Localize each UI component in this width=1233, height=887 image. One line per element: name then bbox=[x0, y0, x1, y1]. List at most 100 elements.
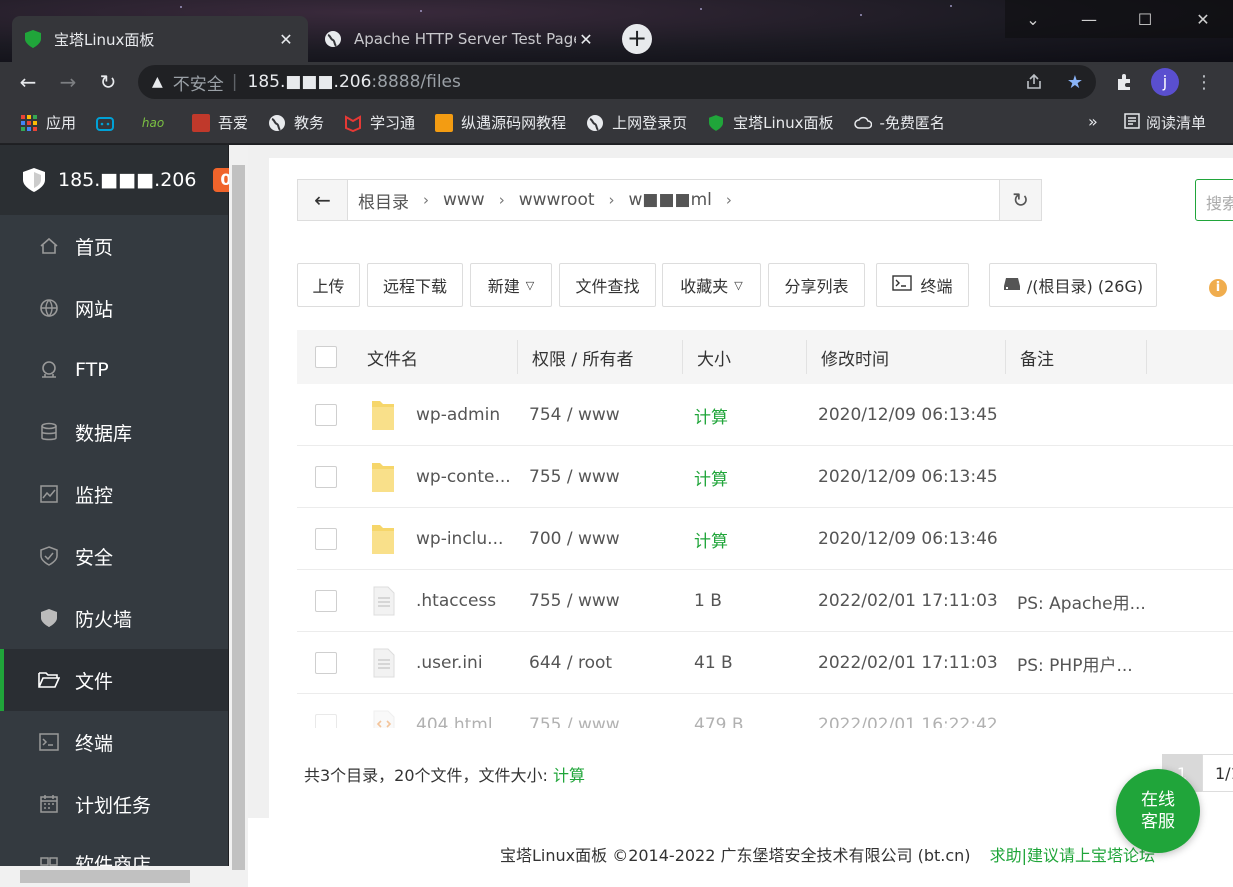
calculate-total-link[interactable]: 计算 bbox=[553, 766, 585, 785]
tab-apache[interactable]: Apache HTTP Server Test Page ✕ bbox=[312, 16, 608, 62]
file-name[interactable]: wp-admin bbox=[416, 384, 500, 446]
new-tab-button[interactable]: + bbox=[622, 24, 652, 54]
sidebar-item-security[interactable]: 安全 bbox=[0, 525, 228, 587]
back-button[interactable]: ← bbox=[14, 68, 42, 96]
sidebar-item-files[interactable]: 文件 bbox=[0, 649, 228, 711]
info-icon[interactable]: i bbox=[1209, 279, 1227, 297]
table-row[interactable]: wp-admin 754 / www 计算 2020/12/09 06:13:4… bbox=[297, 384, 1233, 446]
extensions-icon[interactable] bbox=[1110, 68, 1138, 96]
row-checkbox[interactable] bbox=[315, 384, 337, 446]
file-name[interactable]: wp-conte... bbox=[416, 446, 511, 508]
bookmark-anonymous[interactable]: -免费匿名 bbox=[853, 112, 945, 133]
breadcrumb-item[interactable]: w■■■ml bbox=[629, 190, 712, 210]
sidebar-item-ftp[interactable]: FTP bbox=[0, 339, 228, 401]
file-search-input[interactable]: 搜索 bbox=[1195, 179, 1233, 221]
maximize-button[interactable]: ☐ bbox=[1117, 0, 1173, 38]
window-close-button[interactable]: ✕ bbox=[1173, 0, 1233, 38]
table-row[interactable]: wp-inclu... 700 / www 计算 2020/12/09 06:1… bbox=[297, 508, 1233, 570]
column-size[interactable]: 大小 bbox=[682, 340, 731, 374]
bookmark-apps[interactable]: 应用 bbox=[20, 112, 76, 133]
refresh-button[interactable]: ↻ bbox=[999, 180, 1041, 220]
profile-avatar[interactable]: j bbox=[1151, 68, 1179, 96]
file-name[interactable]: wp-inclu... bbox=[416, 508, 503, 570]
column-name[interactable]: 文件名 bbox=[367, 330, 418, 384]
bookmark-jiaowu[interactable]: 教务 bbox=[268, 112, 324, 133]
forward-button[interactable]: → bbox=[54, 68, 82, 96]
file-name[interactable]: 404.html bbox=[416, 694, 493, 728]
select-all-checkbox[interactable] bbox=[315, 330, 337, 384]
row-checkbox[interactable] bbox=[315, 446, 337, 508]
row-checkbox[interactable] bbox=[315, 694, 337, 728]
checkbox[interactable] bbox=[315, 346, 337, 368]
share-icon[interactable] bbox=[1020, 68, 1048, 96]
bookmark-zongyu[interactable]: 纵遇源码网教程 bbox=[435, 112, 566, 133]
row-checkbox[interactable] bbox=[315, 570, 337, 632]
bookmarks-more-icon[interactable]: » bbox=[1088, 112, 1098, 131]
favorites-dropdown-button[interactable]: 收藏夹 ▽ bbox=[662, 263, 761, 307]
file-permission[interactable]: 644 / root bbox=[529, 632, 612, 694]
checkbox[interactable] bbox=[315, 652, 337, 674]
calculate-size-link[interactable]: 计算 bbox=[694, 384, 728, 446]
checkbox[interactable] bbox=[315, 714, 337, 728]
sidebar-item-terminal[interactable]: 终端 bbox=[0, 711, 228, 773]
online-service-button[interactable]: 在线 客服 bbox=[1116, 769, 1200, 853]
calculate-size-link[interactable]: 计算 bbox=[694, 446, 728, 508]
bookmark-xuexitong[interactable]: 学习通 bbox=[344, 112, 415, 133]
terminal-button[interactable]: 终端 bbox=[876, 263, 969, 307]
calculate-size-link[interactable]: 计算 bbox=[694, 508, 728, 570]
upload-button[interactable]: 上传 bbox=[297, 263, 360, 307]
sidebar-item-home[interactable]: 首页 bbox=[0, 215, 228, 277]
path-back-button[interactable]: ← bbox=[298, 180, 348, 220]
menu-kebab-icon[interactable]: ⋮ bbox=[1190, 68, 1218, 96]
file-permission[interactable]: 700 / www bbox=[529, 508, 620, 570]
file-note[interactable]: PS: PHP用户... bbox=[1017, 632, 1133, 694]
share-list-button[interactable]: 分享列表 bbox=[768, 263, 865, 307]
scrollbar-thumb[interactable] bbox=[20, 870, 190, 883]
checkbox[interactable] bbox=[315, 466, 337, 488]
bookmark-star-icon[interactable]: ★ bbox=[1061, 68, 1089, 96]
sidebar-item-monitor[interactable]: 监控 bbox=[0, 463, 228, 525]
table-row[interactable]: .user.ini 644 / root 41 B 2022/02/01 17:… bbox=[297, 632, 1233, 694]
bookmark-bilibili[interactable] bbox=[96, 114, 122, 132]
checkbox[interactable] bbox=[315, 590, 337, 612]
breadcrumb-item[interactable]: wwwroot bbox=[519, 190, 595, 210]
bookmark-login[interactable]: 上网登录页 bbox=[586, 112, 687, 133]
table-row[interactable]: .htaccess 755 / www 1 B 2022/02/01 17:11… bbox=[297, 570, 1233, 632]
breadcrumb-item[interactable]: www bbox=[443, 190, 485, 210]
chevron-down-icon[interactable]: ⌄ bbox=[1005, 0, 1061, 38]
bookmark-52pojie[interactable]: 吾爱 bbox=[192, 112, 248, 133]
file-permission[interactable]: 754 / www bbox=[529, 384, 620, 446]
row-checkbox[interactable] bbox=[315, 632, 337, 694]
reload-button[interactable]: ↻ bbox=[94, 68, 122, 96]
minimize-button[interactable]: — bbox=[1061, 0, 1117, 38]
column-mtime[interactable]: 修改时间 bbox=[806, 340, 889, 374]
sidebar-scrollbar[interactable] bbox=[229, 145, 248, 887]
reading-list-button[interactable]: 阅读清单 bbox=[1124, 112, 1206, 133]
table-row[interactable]: wp-conte... 755 / www 计算 2020/12/09 06:1… bbox=[297, 446, 1233, 508]
sidebar-horizontal-scrollbar[interactable] bbox=[0, 866, 229, 887]
checkbox[interactable] bbox=[315, 404, 337, 426]
file-find-button[interactable]: 文件查找 bbox=[559, 263, 656, 307]
bookmark-baota[interactable]: 宝塔Linux面板 bbox=[707, 112, 834, 133]
tab-baota[interactable]: 宝塔Linux面板 ✕ bbox=[12, 16, 308, 62]
disk-button[interactable]: /(根目录) (26G) bbox=[989, 263, 1157, 307]
row-checkbox[interactable] bbox=[315, 508, 337, 570]
new-dropdown-button[interactable]: 新建 ▽ bbox=[470, 263, 552, 307]
sidebar-item-database[interactable]: 数据库 bbox=[0, 401, 228, 463]
close-icon[interactable]: ✕ bbox=[576, 30, 596, 49]
file-permission[interactable]: 755 / www bbox=[529, 694, 620, 728]
scrollbar-thumb[interactable] bbox=[232, 165, 245, 870]
breadcrumb-item[interactable]: 根目录 bbox=[358, 188, 409, 213]
table-row[interactable]: 404.html 755 / www 479 B 2022/02/01 16:2… bbox=[297, 694, 1233, 728]
forum-link[interactable]: 求助|建议请上宝塔论坛 bbox=[990, 846, 1155, 865]
file-name[interactable]: .htaccess bbox=[416, 570, 496, 632]
file-note[interactable]: PS: Apache用... bbox=[1017, 570, 1146, 632]
address-bar[interactable]: ▲ 不安全 | 185.■■■.206 :8888/files bbox=[138, 65, 1096, 99]
close-icon[interactable]: ✕ bbox=[276, 30, 296, 49]
file-permission[interactable]: 755 / www bbox=[529, 570, 620, 632]
bookmark-hao[interactable]: hao bbox=[142, 114, 172, 132]
column-permission[interactable]: 权限 / 所有者 bbox=[517, 340, 634, 374]
file-permission[interactable]: 755 / www bbox=[529, 446, 620, 508]
file-name[interactable]: .user.ini bbox=[416, 632, 483, 694]
checkbox[interactable] bbox=[315, 528, 337, 550]
